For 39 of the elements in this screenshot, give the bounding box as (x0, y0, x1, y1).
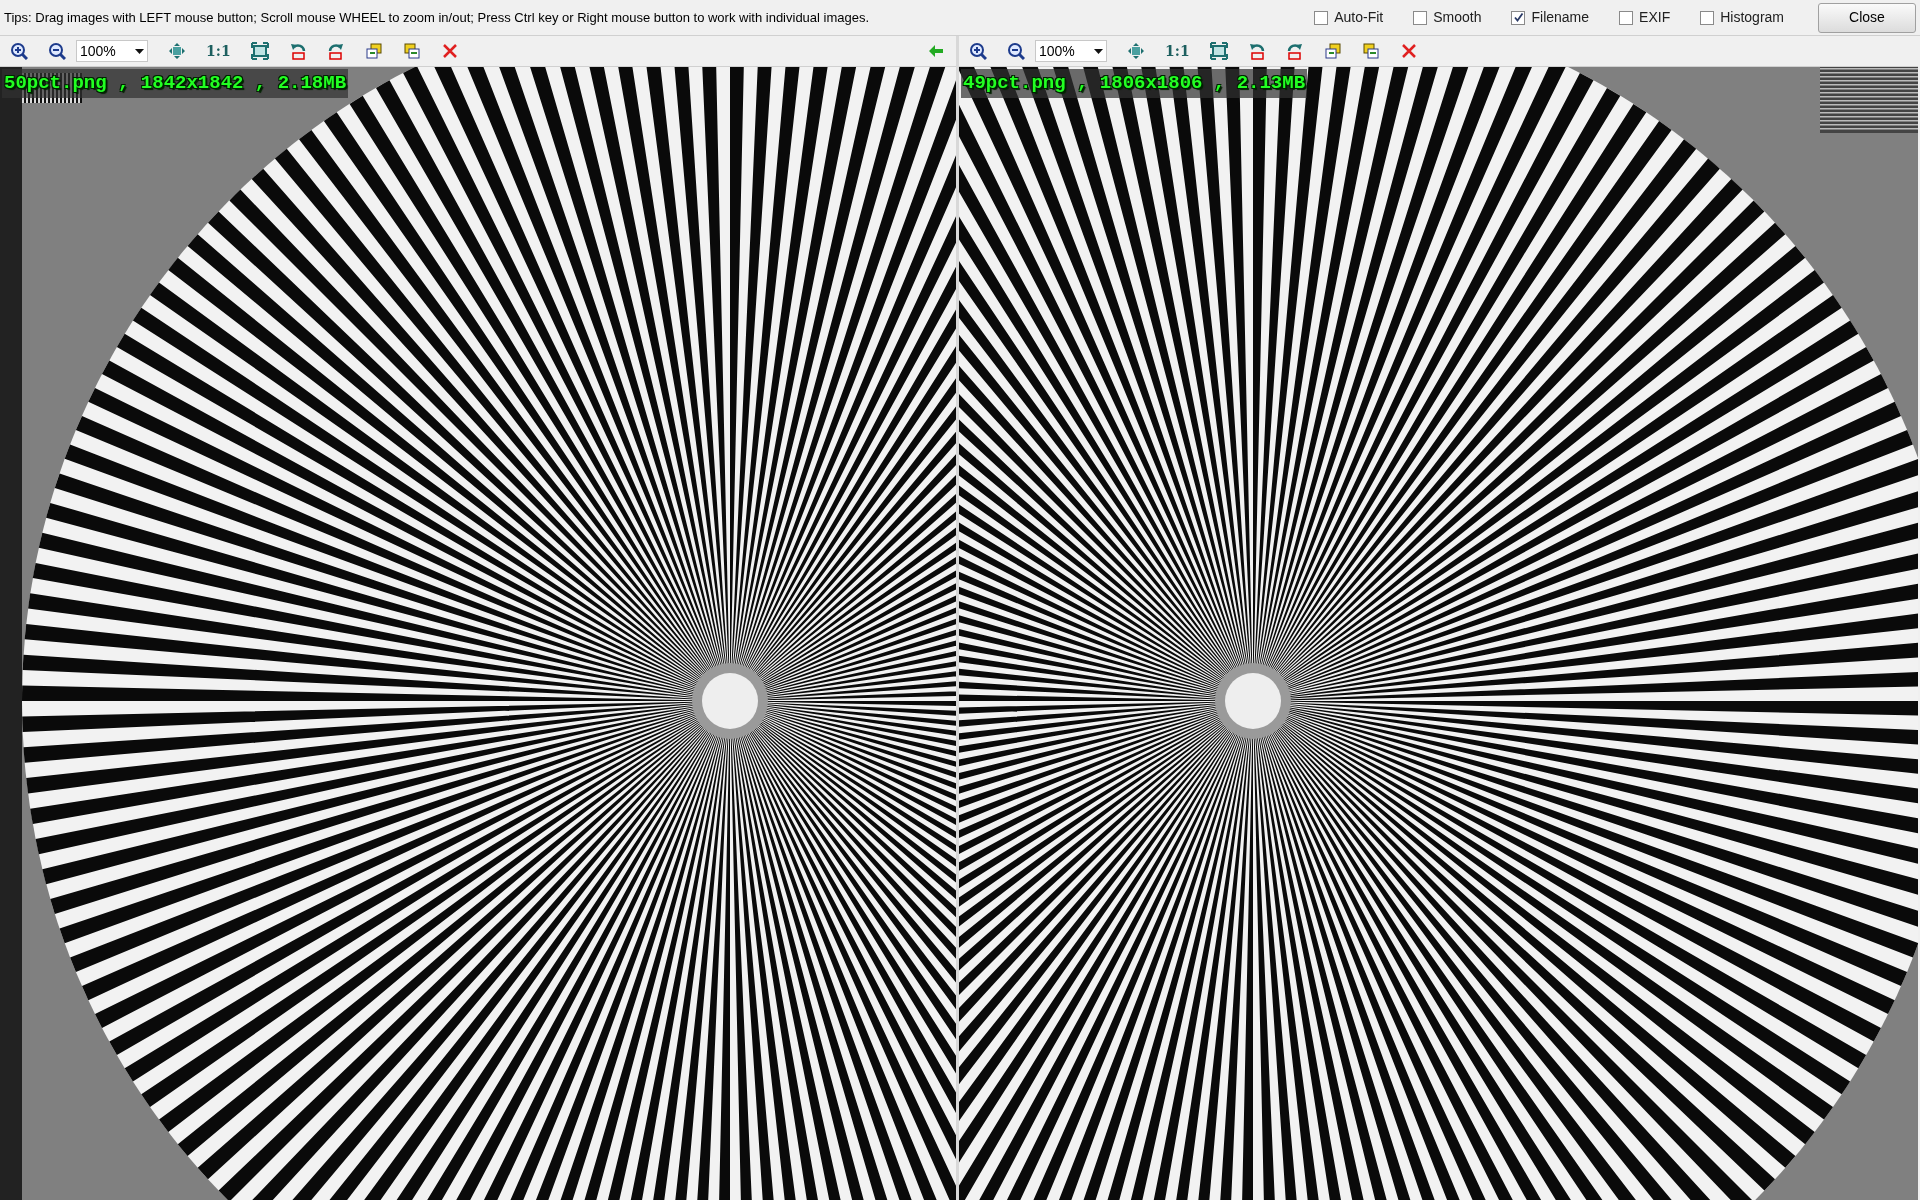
filename-overlay: 49pct.png , 1806x1806 , 2.13MB (961, 69, 1308, 98)
rotate-right-icon[interactable] (326, 42, 345, 60)
zoom-in-icon[interactable] (969, 42, 987, 60)
close-icon[interactable] (1399, 42, 1418, 60)
actual-size-button[interactable]: 1:1 (1165, 40, 1190, 62)
zoom-in-icon[interactable] (10, 42, 28, 60)
copy-right-icon[interactable] (1361, 42, 1380, 60)
checkbox-label: EXIF (1639, 8, 1671, 27)
fullscreen-icon[interactable] (1209, 42, 1228, 60)
tips-text: Tips: Drag images with LEFT mouse button; Scroll mouse WHEEL to zoom in/out; Press Ctrl key or Right mouse button to work with individual images. (4, 8, 870, 27)
move-arrows-icon[interactable] (168, 42, 186, 60)
zoom-out-icon[interactable] (48, 42, 66, 60)
checkbox-label: Histogram (1720, 8, 1784, 27)
move-arrows-icon[interactable] (1127, 42, 1145, 60)
close-button[interactable]: Close (1818, 2, 1916, 33)
fullscreen-icon[interactable] (250, 42, 269, 60)
checkbox-label: Filename (1531, 8, 1590, 27)
filename-overlay: 50pct.png , 1842x1842 , 2.18MB (2, 69, 349, 98)
left-arrow-icon[interactable] (928, 44, 944, 58)
rotate-left-icon[interactable] (1247, 42, 1266, 60)
checkbox[interactable] (1314, 10, 1329, 25)
close-icon[interactable] (440, 42, 459, 60)
copy-right-icon[interactable] (402, 42, 421, 60)
copy-left-icon[interactable] (364, 42, 383, 60)
checkbox[interactable] (1413, 10, 1428, 25)
copy-left-icon[interactable] (1323, 42, 1342, 60)
checkbox[interactable] (1619, 10, 1634, 25)
checkbox[interactable] (1700, 10, 1715, 25)
zoom-out-icon[interactable] (1007, 42, 1025, 60)
checkbox[interactable] (1511, 10, 1526, 25)
checkbox-label: Auto-Fit (1334, 8, 1384, 27)
checkbox-label: Smooth (1433, 8, 1482, 27)
actual-size-button[interactable]: 1:1 (206, 40, 231, 62)
zoom-dropdown[interactable]: 100% (1035, 40, 1107, 62)
dropdown-caret-icon (1094, 48, 1103, 54)
rotate-right-icon[interactable] (1285, 42, 1304, 60)
zoom-dropdown[interactable]: 100% (76, 40, 148, 62)
dropdown-caret-icon (135, 48, 144, 54)
rotate-left-icon[interactable] (288, 42, 307, 60)
